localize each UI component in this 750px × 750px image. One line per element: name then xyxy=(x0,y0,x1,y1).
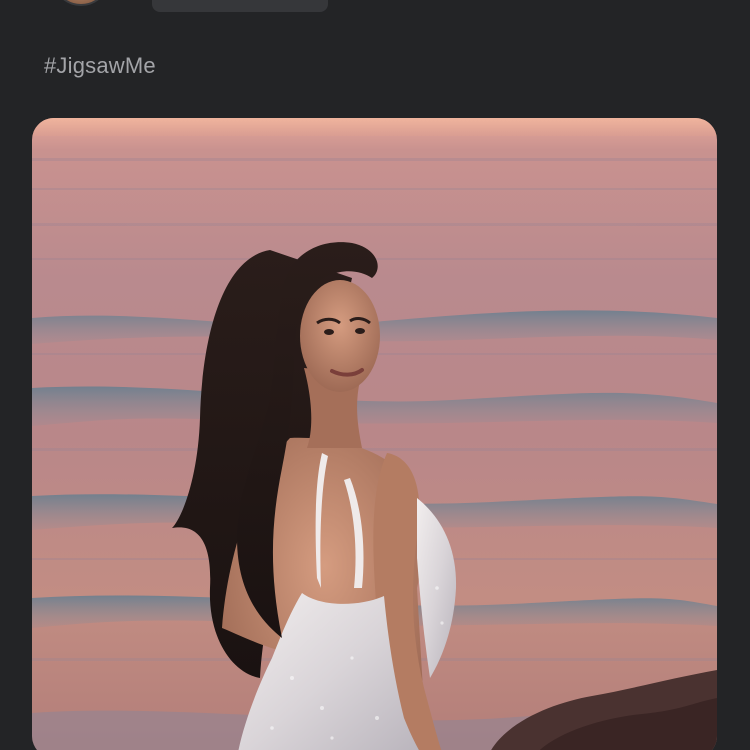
post-photo xyxy=(32,118,717,750)
post-hashtag[interactable]: #JigsawMe xyxy=(44,52,156,80)
author-name-placeholder[interactable] xyxy=(152,0,328,12)
author-avatar[interactable] xyxy=(52,0,110,6)
post-screen: #JigsawMe xyxy=(0,0,750,750)
post-image[interactable] xyxy=(32,118,717,750)
